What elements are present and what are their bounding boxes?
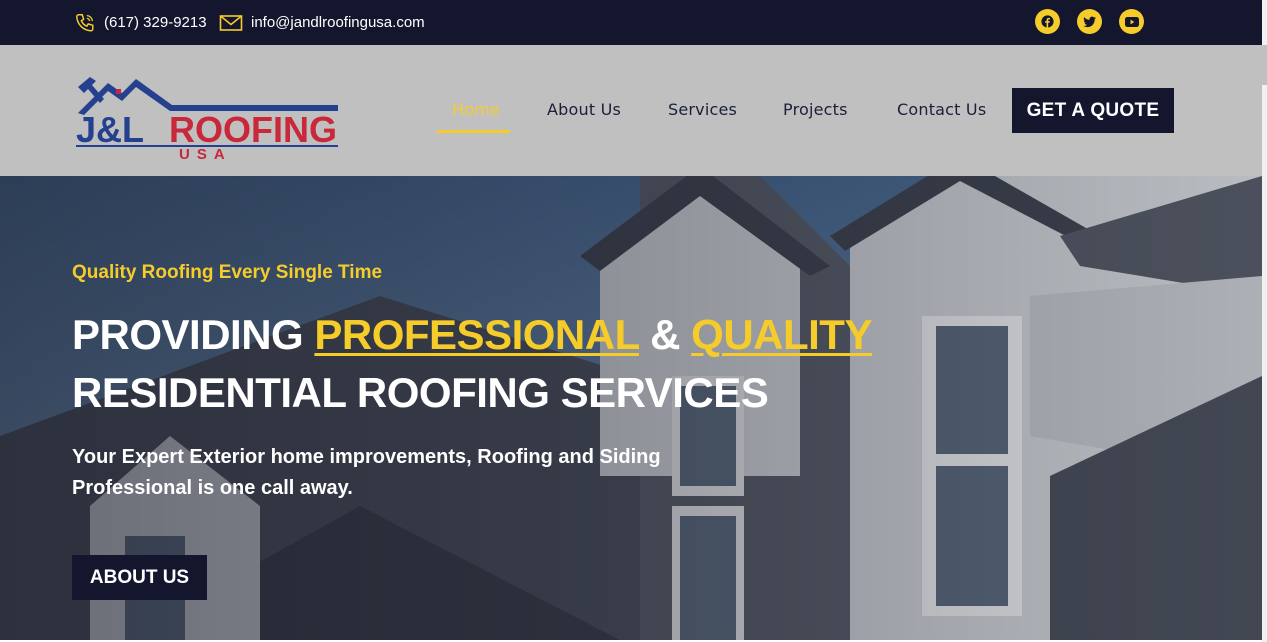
youtube-link[interactable] [1119,9,1144,34]
headline-line-2: RESIDENTIAL ROOFING SERVICES [72,369,769,416]
svg-text:J&L: J&L [76,109,144,150]
hero-tagline: Quality Roofing Every Single Time [72,262,383,283]
youtube-icon [1124,16,1139,27]
active-nav-indicator [437,130,510,133]
site-header: J&L ROOFING USA Home About Us Services P… [0,45,1262,176]
site-logo[interactable]: J&L ROOFING USA [74,69,344,163]
email-contact[interactable]: info@jandlroofingusa.com [219,0,425,45]
roof-logo-icon: J&L ROOFING USA [76,77,338,163]
email-address[interactable]: info@jandlroofingusa.com [251,14,425,31]
facebook-icon [1041,15,1054,28]
headline-highlight-professional: PROFESSIONAL [314,311,639,358]
svg-text:ROOFING: ROOFING [169,109,337,150]
headline-text: & [638,311,692,358]
nav-home[interactable]: Home [452,100,500,119]
nav-about-us[interactable]: About Us [547,100,621,119]
hero-headline: PROVIDING PROFESSIONAL & QUALITY RESIDEN… [72,306,872,422]
headline-highlight-quality: QUALITY [691,311,872,358]
mail-icon [219,14,243,31]
twitter-link[interactable] [1077,9,1102,34]
scrollbar-thumb[interactable] [1262,45,1267,85]
get-a-quote-button[interactable]: GET A QUOTE [1012,88,1174,133]
svg-text:USA: USA [179,146,232,161]
phone-icon [76,13,94,32]
phone-number[interactable]: (617) 329-9213 [104,14,207,31]
headline-text: PROVIDING [72,311,315,358]
nav-services[interactable]: Services [668,100,737,119]
nav-contact-us[interactable]: Contact Us [897,100,986,119]
phone-contact[interactable]: (617) 329-9213 [74,0,207,45]
nav-projects[interactable]: Projects [783,100,848,119]
hero-section: Quality Roofing Every Single Time PROVID… [0,176,1262,640]
top-bar: (617) 329-9213 info@jandlroofingusa.com [0,0,1262,45]
hero-subtext: Your Expert Exterior home improvements, … [72,446,661,499]
about-us-button[interactable]: ABOUT US [72,555,207,600]
facebook-link[interactable] [1035,9,1060,34]
twitter-icon [1083,16,1096,27]
page-scrollbar[interactable] [1262,0,1267,642]
